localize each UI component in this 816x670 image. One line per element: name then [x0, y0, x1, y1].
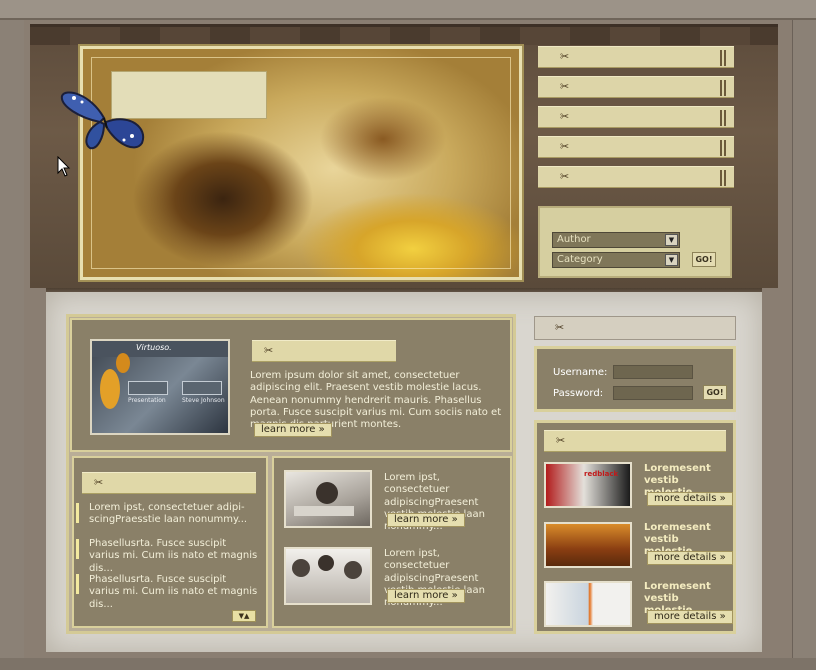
password-field[interactable]: [613, 386, 693, 400]
author-select-label: Author: [557, 234, 591, 245]
password-label: Password:: [553, 388, 604, 399]
search-go-button[interactable]: GO!: [692, 252, 716, 267]
paperclip-icon: ✂: [560, 140, 570, 153]
nav-item-4[interactable]: ✂: [538, 136, 734, 158]
screenshot-caption-2: Steve Johnson: [182, 397, 225, 404]
article-learn-more-button-2[interactable]: learn more »: [387, 589, 465, 603]
featured-heading-tag: ✂: [252, 340, 396, 362]
search-box: Author ▼ Category ▼ GO!: [538, 206, 732, 278]
featured-learn-more-button[interactable]: learn more »: [254, 423, 332, 437]
pin-icon: [720, 140, 726, 156]
paperclip-icon: ✂: [94, 476, 104, 489]
screenshot-thumb-2: [182, 381, 222, 395]
author-select[interactable]: Author ▼: [552, 232, 680, 248]
list-bullet: [76, 503, 79, 523]
nav-item-2[interactable]: ✂: [538, 76, 734, 98]
nav-item-1[interactable]: ✂: [538, 46, 734, 68]
laptop-graphic: [294, 506, 354, 516]
article-photo-1[interactable]: [284, 470, 372, 528]
person-graphic: [318, 555, 334, 571]
pin-icon: [720, 170, 726, 186]
article-photo-2[interactable]: [284, 547, 372, 605]
list-item-2[interactable]: Phasellusrta. Fusce suscipit varius mi. …: [89, 538, 259, 575]
mouse-cursor-icon: [57, 156, 71, 177]
news-thumb-1[interactable]: redblack: [544, 462, 632, 508]
pin-icon: [720, 80, 726, 96]
login-go-button[interactable]: GO!: [703, 385, 727, 400]
sidebar-header-tag: ✂: [534, 316, 736, 340]
paperclip-icon: ✂: [560, 110, 570, 123]
pin-icon: [720, 50, 726, 66]
category-select[interactable]: Category ▼: [552, 252, 680, 268]
paperclip-icon: ✂: [264, 344, 274, 357]
paperclip-icon: ✂: [560, 170, 570, 183]
category-select-label: Category: [557, 254, 603, 265]
person-graphic: [316, 482, 338, 504]
username-field[interactable]: [613, 365, 693, 379]
butterfly-icon: [60, 91, 145, 150]
window-left-border: [0, 20, 24, 670]
news-thumb-3[interactable]: [544, 581, 632, 627]
chevron-down-icon[interactable]: ▼: [665, 234, 678, 246]
chevron-down-icon[interactable]: ▼: [665, 254, 678, 266]
window-bottom-border: [0, 658, 816, 670]
flower-graphic: [100, 369, 120, 409]
list-bullet: [76, 539, 79, 559]
pin-icon: [720, 110, 726, 126]
flower-graphic: [116, 353, 130, 373]
scrollbar-track[interactable]: [792, 20, 816, 670]
news-more-details-button-1[interactable]: more details »: [647, 492, 733, 506]
window-top-border: [0, 0, 816, 20]
paperclip-icon: ✂: [560, 80, 570, 93]
login-box: Username: Password: GO!: [534, 346, 736, 412]
screenshot-caption-1: Presentation: [128, 397, 166, 404]
nav-item-3[interactable]: ✂: [538, 106, 734, 128]
list-item-3[interactable]: Phasellusrta. Fusce suscipit varius mi. …: [89, 574, 259, 611]
paperclip-icon: ✂: [560, 50, 570, 63]
list-bullet: [76, 574, 79, 594]
list-heading-tag: ✂: [82, 472, 256, 494]
paperclip-icon: ✂: [556, 434, 566, 447]
news-thumb-2[interactable]: [544, 522, 632, 568]
news-more-details-button-3[interactable]: more details »: [647, 610, 733, 624]
nav-item-5[interactable]: ✂: [538, 166, 734, 188]
person-graphic: [344, 561, 362, 579]
news-thumb-caption: redblack: [584, 470, 619, 478]
person-graphic: [292, 559, 310, 577]
featured-screenshot[interactable]: Virtuoso. Presentation Steve Johnson: [90, 339, 230, 435]
paperclip-icon: ✂: [555, 321, 565, 334]
hero-image: [80, 46, 522, 280]
list-item-1[interactable]: Lorem ipst, consectetuer adipi-scingPrae…: [89, 502, 259, 527]
news-heading-tag: ✂: [544, 430, 726, 452]
article-learn-more-button-1[interactable]: learn more »: [387, 513, 465, 527]
news-more-details-button-2[interactable]: more details »: [647, 551, 733, 565]
screenshot-title: Virtuoso.: [136, 343, 172, 352]
list-scroll-arrows[interactable]: ▼▲: [232, 610, 256, 622]
screenshot-thumb-1: [128, 381, 168, 395]
username-label: Username:: [553, 367, 608, 378]
